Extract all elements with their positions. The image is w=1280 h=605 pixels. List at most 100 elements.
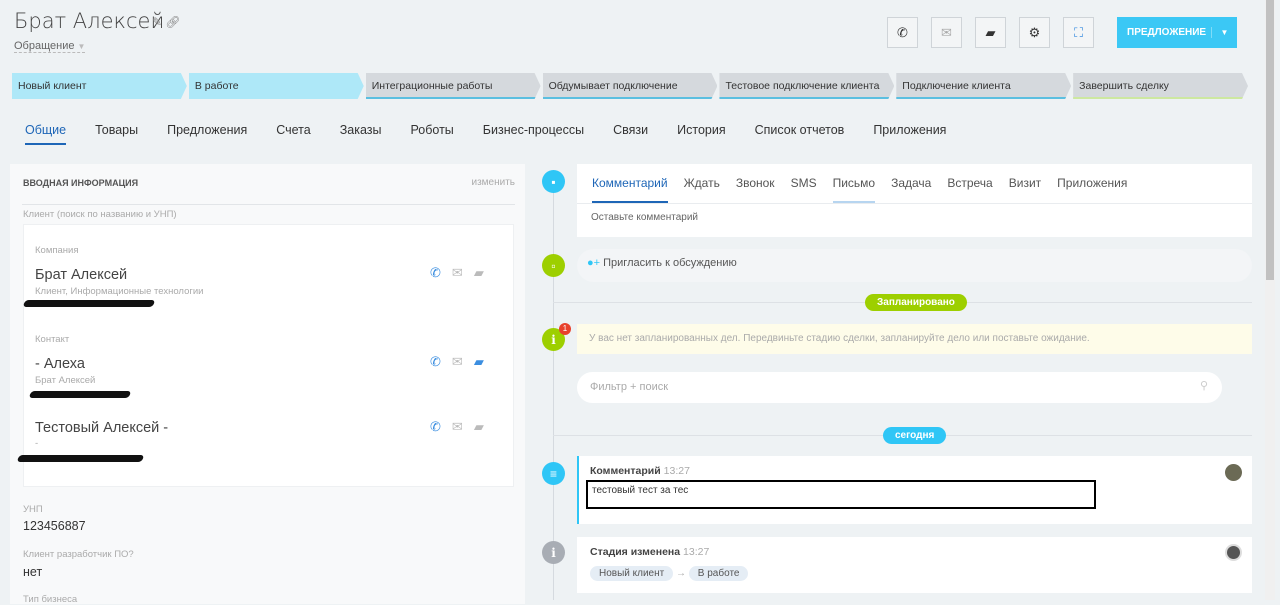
tab-call[interactable]: Звонок xyxy=(736,176,775,203)
proposal-label: ПРЕДЛОЖЕНИЕ xyxy=(1117,27,1212,38)
client-label: Клиент (поиск по названию и УНП) xyxy=(23,209,177,220)
tab-email[interactable]: Письмо xyxy=(832,176,876,203)
client-card: Компания Брат Алексей Клиент, Информацио… xyxy=(16,224,514,487)
chat-icon[interactable]: ▰ xyxy=(474,265,484,281)
mail-icon[interactable]: ✉ xyxy=(452,354,463,370)
planned-badge: Запланировано xyxy=(865,294,967,311)
stage-bar: Новый клиент В работе Интеграционные раб… xyxy=(12,73,1250,99)
tab-invoices[interactable]: Счета xyxy=(276,123,310,145)
settings-button[interactable]: ⚙ xyxy=(1019,17,1050,48)
tab-robots[interactable]: Роботы xyxy=(411,123,454,145)
edit-link[interactable]: изменить xyxy=(471,177,515,188)
redaction xyxy=(22,300,156,307)
stage-test-connection[interactable]: Тестовое подключение клиента xyxy=(719,73,894,99)
section-title: ВВОДНАЯ ИНФОРМАЦИЯ xyxy=(23,178,139,188)
phone-icon[interactable]: ✆ xyxy=(430,265,441,281)
main-tabs: Общие Товары Предложения Счета Заказы Ро… xyxy=(25,123,946,145)
activity-editor: Комментарий Ждать Звонок SMS Письмо Зада… xyxy=(577,164,1252,237)
stage-considering[interactable]: Обдумывает подключение xyxy=(543,73,718,99)
chat-icon[interactable]: ▰ xyxy=(474,354,484,370)
comment-icon: ≡ xyxy=(542,462,565,485)
chat-icon: ▫ xyxy=(542,254,565,277)
contact-name[interactable]: Тестовый Алексей - xyxy=(35,420,168,436)
chevron-down-icon[interactable]: ▼ xyxy=(1212,28,1237,37)
mail-icon[interactable]: ✉ xyxy=(452,419,463,435)
pencil-icon[interactable]: ✎ xyxy=(152,15,162,29)
call-button[interactable]: ✆ xyxy=(887,17,918,48)
tab-comment[interactable]: Комментарий xyxy=(592,176,668,203)
chat-icon: ▰ xyxy=(985,24,996,40)
invite-label: Пригласить к обсуждению xyxy=(603,257,737,269)
stage-change-title: Стадия изменена xyxy=(590,546,681,558)
dev-value: нет xyxy=(23,565,43,579)
tab-offers[interactable]: Предложения xyxy=(167,123,247,145)
scrollbar-thumb[interactable] xyxy=(1266,0,1274,280)
contact-label: Контакт xyxy=(35,334,70,345)
company-sub: Клиент, Информационные технологии xyxy=(35,286,204,297)
link-icon[interactable]: 🔗︎ xyxy=(165,15,180,29)
timeline-line xyxy=(553,180,554,600)
filter-search-input[interactable]: Фильтр + поиск ⚲ xyxy=(577,372,1222,403)
tab-meeting[interactable]: Встреча xyxy=(947,176,992,203)
comment-icon: ▪ xyxy=(542,170,565,193)
notice-count-badge: 1 xyxy=(559,323,571,335)
comment-item: Комментарий 13:27 тестовый тест за тес xyxy=(577,456,1252,524)
comment-time: 13:27 xyxy=(663,465,690,477)
contact-name[interactable]: - Алеха xyxy=(35,356,85,372)
today-badge: сегодня xyxy=(883,427,947,444)
phone-icon[interactable]: ✆ xyxy=(430,354,441,370)
comment-title: Комментарий xyxy=(590,465,661,477)
tab-apps[interactable]: Приложения xyxy=(873,123,946,145)
search-icon[interactable]: ⚲ xyxy=(1200,379,1208,392)
company-name[interactable]: Брат Алексей xyxy=(35,267,127,283)
chevron-down-icon: ▼ xyxy=(77,42,86,51)
stage-from: Новый клиент xyxy=(590,566,674,581)
stage-integration[interactable]: Интеграционные работы xyxy=(366,73,541,99)
tab-history[interactable]: История xyxy=(677,123,725,145)
unp-value: 123456887 xyxy=(23,519,86,533)
comment-input[interactable]: Оставьте комментарий xyxy=(577,204,1252,231)
tab-links[interactable]: Связи xyxy=(613,123,648,145)
phone-icon[interactable]: ✆ xyxy=(430,419,441,435)
tab-orders[interactable]: Заказы xyxy=(340,123,382,145)
tab-wait[interactable]: Ждать xyxy=(684,176,720,203)
proposal-button[interactable]: ПРЕДЛОЖЕНИЕ ▼ xyxy=(1117,17,1237,48)
divider xyxy=(22,204,515,205)
avatar[interactable] xyxy=(1225,464,1242,481)
stage-in-work[interactable]: В работе xyxy=(189,73,364,99)
tab-products[interactable]: Товары xyxy=(95,123,138,145)
contact-sub: Брат Алексей xyxy=(35,375,96,386)
stage-finish[interactable]: Завершить сделку xyxy=(1073,73,1248,99)
dev-label: Клиент разработчик ПО? xyxy=(23,549,134,560)
mail-icon: ✉ xyxy=(941,24,952,40)
stage-to: В работе xyxy=(688,566,749,581)
invite-button[interactable]: ●+ Пригласить к обсуждению xyxy=(577,249,1252,282)
stage-connection[interactable]: Подключение клиента xyxy=(896,73,1071,99)
tab-visit[interactable]: Визит xyxy=(1009,176,1041,203)
intro-info-panel: ВВОДНАЯ ИНФОРМАЦИЯ изменить Клиент (поис… xyxy=(10,164,525,605)
add-user-icon: ●+ xyxy=(587,257,601,269)
tab-reports[interactable]: Список отчетов xyxy=(755,123,845,145)
avatar[interactable] xyxy=(1225,544,1242,561)
category-label: Обращение xyxy=(14,40,75,52)
tab-business-processes[interactable]: Бизнес-процессы xyxy=(483,123,584,145)
tab-task[interactable]: Задача xyxy=(891,176,931,203)
redaction xyxy=(28,391,132,398)
redaction xyxy=(16,455,145,462)
stage-new-client[interactable]: Новый клиент xyxy=(12,73,187,99)
scan-button[interactable]: ⛶ xyxy=(1063,17,1094,48)
chat-button[interactable]: ▰ xyxy=(975,17,1006,48)
unp-label: УНП xyxy=(23,504,43,515)
phone-icon: ✆ xyxy=(897,24,908,40)
category-dropdown[interactable]: Обращение ▼ xyxy=(14,40,86,53)
tab-sms[interactable]: SMS xyxy=(791,176,817,203)
stage-change-item: Стадия изменена 13:27 Новый клиент → В р… xyxy=(577,537,1252,593)
chat-icon[interactable]: ▰ xyxy=(474,419,484,435)
mail-icon[interactable]: ✉ xyxy=(452,265,463,281)
info-icon: i xyxy=(542,541,565,564)
filter-placeholder: Фильтр + поиск xyxy=(590,381,669,393)
tab-general[interactable]: Общие xyxy=(25,123,67,145)
tab-apps[interactable]: Приложения xyxy=(1057,176,1127,203)
email-button[interactable]: ✉ xyxy=(931,17,962,48)
arrow-right-icon: → xyxy=(676,568,687,579)
